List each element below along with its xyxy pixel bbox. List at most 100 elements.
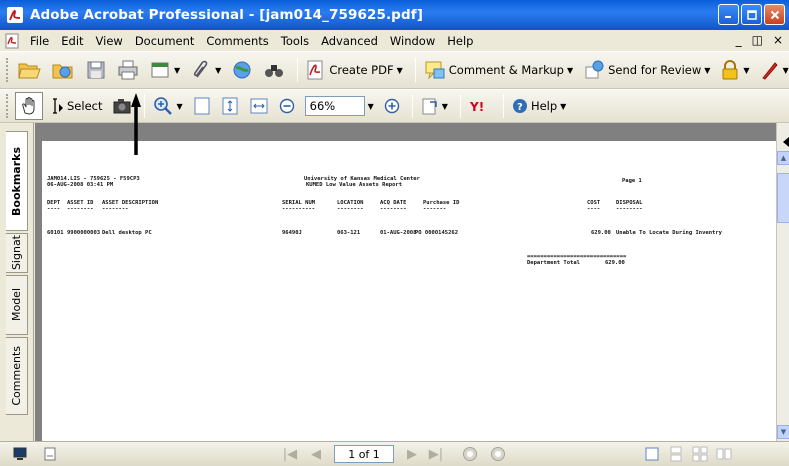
minimize-button[interactable]	[718, 4, 739, 25]
page-number-field[interactable]: 1 of 1	[334, 445, 394, 463]
send-review-button[interactable]: Send for Review ▼	[580, 56, 713, 84]
facing-button[interactable]	[690, 445, 710, 463]
magnifier-icon	[154, 97, 173, 115]
hand-tool-button[interactable]	[15, 92, 43, 120]
text-cursor-icon	[53, 98, 63, 114]
dropdown-caret-icon[interactable]: ▼	[743, 66, 749, 75]
comment-markup-button[interactable]: Comment & Markup ▼	[421, 56, 576, 84]
zoom-in-tool-button[interactable]: ▼	[150, 92, 185, 120]
close-button[interactable]	[764, 4, 785, 25]
doc-close-button[interactable]: ×	[773, 33, 783, 47]
tab-comments[interactable]: Comments	[6, 337, 28, 415]
dropdown-caret-icon[interactable]: ▼	[368, 102, 374, 111]
dropdown-caret-icon[interactable]: ▼	[442, 102, 448, 111]
dash-serial: ----------	[282, 206, 316, 212]
comment-markup-label: Comment & Markup	[448, 63, 564, 77]
actual-size-button[interactable]	[190, 92, 214, 120]
search-web-button[interactable]	[228, 56, 256, 84]
back-circle-icon	[463, 447, 477, 461]
maximize-button[interactable]	[741, 4, 762, 25]
document-pane[interactable]: JAM014.LIS - 759625 - F59CP3 06-AUG-2008…	[35, 123, 776, 441]
menu-tools[interactable]: Tools	[275, 34, 315, 48]
previous-page-button[interactable]: ◀	[306, 445, 326, 463]
dropdown-caret-icon[interactable]: ▼	[783, 66, 789, 75]
next-view-button[interactable]	[488, 445, 508, 463]
send-review-label: Send for Review	[608, 63, 702, 77]
tab-model-tree[interactable]: Model	[6, 275, 28, 335]
pane-expand-arrow-icon[interactable]	[783, 137, 789, 147]
select-tool-button[interactable]: Select	[47, 92, 105, 120]
dropdown-caret-icon[interactable]: ▼	[176, 102, 182, 111]
page-thumbnail-button[interactable]	[10, 445, 30, 463]
zoom-out-button[interactable]	[276, 92, 298, 120]
vertical-scrollbar[interactable]: ▲ ▼	[776, 123, 789, 441]
row-dept: 60101	[47, 230, 64, 236]
help-label: Help	[530, 99, 558, 113]
zoom-level-dropdown[interactable]: 66% ▼	[302, 92, 377, 120]
zoom-input[interactable]: 66%	[304, 96, 365, 116]
dropdown-caret-icon[interactable]: ▼	[567, 66, 573, 75]
tab-signatures[interactable]: Signat	[6, 233, 28, 273]
report-subtitle: KUMED Low Value Assets Report	[306, 182, 403, 188]
menu-document[interactable]: Document	[129, 34, 201, 48]
toolbar-grip[interactable]	[6, 58, 8, 82]
email-button[interactable]: ▼	[146, 56, 183, 84]
printer-icon	[118, 60, 138, 80]
single-page-button[interactable]	[642, 445, 662, 463]
scroll-up-button[interactable]: ▲	[777, 151, 789, 165]
secure-button[interactable]: ▼	[717, 56, 752, 84]
dropdown-caret-icon[interactable]: ▼	[560, 102, 566, 111]
find-button[interactable]	[260, 56, 288, 84]
rotate-button[interactable]: ▼	[418, 92, 451, 120]
menu-view[interactable]: View	[90, 34, 129, 48]
save-button[interactable]	[82, 56, 110, 84]
page-options-button[interactable]	[40, 445, 60, 463]
menu-window[interactable]: Window	[384, 34, 441, 48]
fit-page-button[interactable]	[218, 92, 242, 120]
continuous-facing-button[interactable]	[714, 445, 734, 463]
doc-restore-icon[interactable]: ◫	[752, 33, 763, 47]
create-pdf-button[interactable]: Create PDF ▼	[303, 56, 405, 84]
row-disposal: Unable To Locate During Inventry	[616, 230, 722, 236]
navigation-pane-tabs: Bookmarks Signat Model Comments	[0, 123, 34, 441]
yahoo-toolbar-button[interactable]: Y!	[466, 92, 494, 120]
document-icon[interactable]	[4, 33, 20, 49]
yahoo-icon: Y!	[469, 100, 484, 114]
menu-file[interactable]: File	[24, 34, 55, 48]
acrobat-window: Adobe Acrobat Professional - [jam014_759…	[0, 0, 789, 466]
toolbar-grip[interactable]	[6, 94, 9, 118]
dash-asset-id: --------	[67, 206, 94, 212]
last-page-button[interactable]: ▶|	[426, 445, 446, 463]
dropdown-caret-icon[interactable]: ▼	[174, 66, 180, 75]
print-button[interactable]	[114, 56, 142, 84]
monitor-icon	[13, 447, 27, 460]
dropdown-caret-icon[interactable]: ▼	[215, 66, 221, 75]
organizer-button[interactable]	[48, 56, 78, 84]
menu-comments[interactable]: Comments	[200, 34, 274, 48]
department-total-value: 629.00	[605, 260, 625, 266]
menu-edit[interactable]: Edit	[55, 34, 89, 48]
menu-advanced[interactable]: Advanced	[315, 34, 384, 48]
continuous-button[interactable]	[666, 445, 686, 463]
sign-button[interactable]: ▼	[757, 56, 789, 84]
attach-button[interactable]: ▼	[187, 56, 224, 84]
dropdown-caret-icon[interactable]: ▼	[397, 66, 403, 75]
lock-icon	[722, 60, 738, 80]
zoom-in-button[interactable]	[381, 92, 403, 120]
doc-minimize-button[interactable]: _	[736, 33, 742, 47]
row-asset-id: 9900000003	[67, 230, 101, 236]
menu-help[interactable]: Help	[441, 34, 479, 48]
scroll-down-button[interactable]: ▼	[777, 425, 789, 439]
row-location: 063-121	[337, 230, 361, 236]
binoculars-icon	[265, 65, 284, 77]
tab-bookmarks[interactable]: Bookmarks	[6, 131, 28, 231]
fit-width-button[interactable]	[246, 92, 272, 120]
next-page-button[interactable]: ▶	[402, 445, 422, 463]
first-page-button[interactable]: |◀	[280, 445, 300, 463]
previous-view-button[interactable]	[460, 445, 480, 463]
dropdown-caret-icon[interactable]: ▼	[704, 66, 710, 75]
scroll-thumb[interactable]	[777, 173, 789, 223]
toolbar-separator	[297, 58, 299, 82]
help-button[interactable]: ? Help ▼	[509, 92, 569, 120]
open-button[interactable]	[14, 56, 44, 84]
